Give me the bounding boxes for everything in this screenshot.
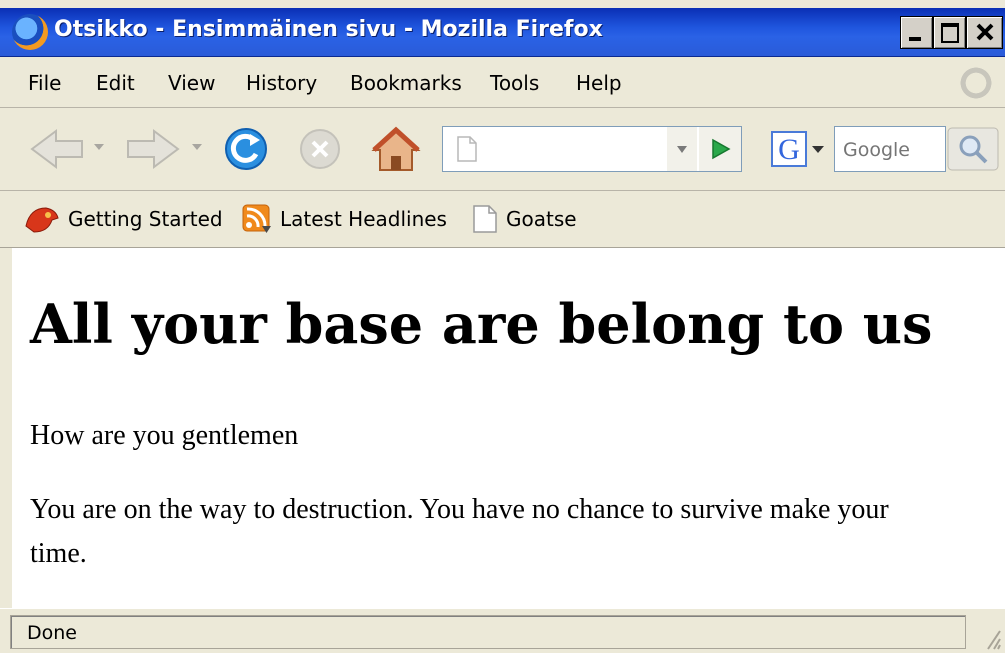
google-search-engine-icon[interactable]: G: [768, 126, 832, 172]
menu-help[interactable]: Help: [576, 71, 622, 95]
page-heading: All your base are belong to us: [30, 292, 933, 356]
go-arrow-icon[interactable]: [699, 127, 741, 171]
url-dropdown-icon[interactable]: [667, 127, 697, 171]
maximize-icon: [941, 23, 959, 43]
firefox-bookmark-icon: [25, 207, 59, 233]
status-panel: Done: [10, 615, 966, 649]
home-icon[interactable]: [370, 126, 422, 172]
firefox-logo-icon: [12, 14, 48, 50]
minimize-button[interactable]: [900, 16, 933, 49]
page-icon: [473, 205, 497, 233]
menu-edit[interactable]: Edit: [96, 71, 135, 95]
rss-feed-icon: [242, 204, 271, 233]
menu-bookmarks[interactable]: Bookmarks: [350, 71, 462, 95]
bookmark-goatse[interactable]: Goatse: [472, 191, 577, 247]
paragraph-greeting: How are you gentlemen: [30, 420, 299, 451]
menu-view[interactable]: View: [168, 71, 215, 95]
bookmarks-toolbar: Getting Started Latest Headlines Goatse: [0, 191, 1005, 248]
back-arrow-icon[interactable]: [28, 126, 88, 172]
maximize-button[interactable]: [933, 16, 966, 49]
stop-icon[interactable]: [296, 126, 344, 172]
bookmark-label: Getting Started: [68, 207, 223, 231]
throbber-icon: [958, 65, 994, 101]
minimize-icon: [909, 37, 921, 41]
page-content: All your base are belong to us How are y…: [12, 248, 1005, 608]
svg-text:G: G: [778, 133, 800, 166]
menu-history[interactable]: History: [246, 71, 317, 95]
bookmark-latest-headlines[interactable]: Latest Headlines: [242, 191, 447, 247]
forward-arrow-icon[interactable]: [122, 126, 182, 172]
bookmark-label: Latest Headlines: [280, 207, 447, 231]
status-bar: Done: [0, 608, 1005, 653]
search-icon[interactable]: [946, 126, 1000, 172]
browser-window: Otsikko - Ensimmäinen sivu - Mozilla Fir…: [0, 0, 1005, 653]
title-bar[interactable]: Otsikko - Ensimmäinen sivu - Mozilla Fir…: [0, 8, 1005, 57]
menu-bar: File Edit View History Bookmarks Tools H…: [0, 57, 1005, 108]
close-button[interactable]: [966, 16, 1003, 49]
back-dropdown-icon[interactable]: [92, 142, 106, 152]
close-icon: [976, 23, 993, 41]
reload-icon[interactable]: [222, 126, 270, 172]
paragraph-destruction: You are on the way to destruction. You h…: [30, 494, 889, 569]
url-input[interactable]: [483, 133, 657, 167]
bookmark-label: Goatse: [506, 207, 577, 231]
status-text: Done: [27, 622, 77, 644]
navigation-toolbar: G: [0, 108, 1005, 191]
address-bar[interactable]: [442, 126, 742, 172]
search-input[interactable]: [841, 135, 945, 165]
page-icon: [457, 136, 477, 162]
window-title: Otsikko - Ensimmäinen sivu - Mozilla Fir…: [54, 17, 603, 42]
menu-file[interactable]: File: [28, 71, 61, 95]
menu-tools[interactable]: Tools: [490, 71, 539, 95]
forward-dropdown-icon[interactable]: [190, 142, 204, 152]
resize-grip-icon[interactable]: [980, 621, 1002, 651]
search-box[interactable]: [834, 126, 946, 172]
bookmark-getting-started[interactable]: Getting Started: [24, 191, 223, 247]
